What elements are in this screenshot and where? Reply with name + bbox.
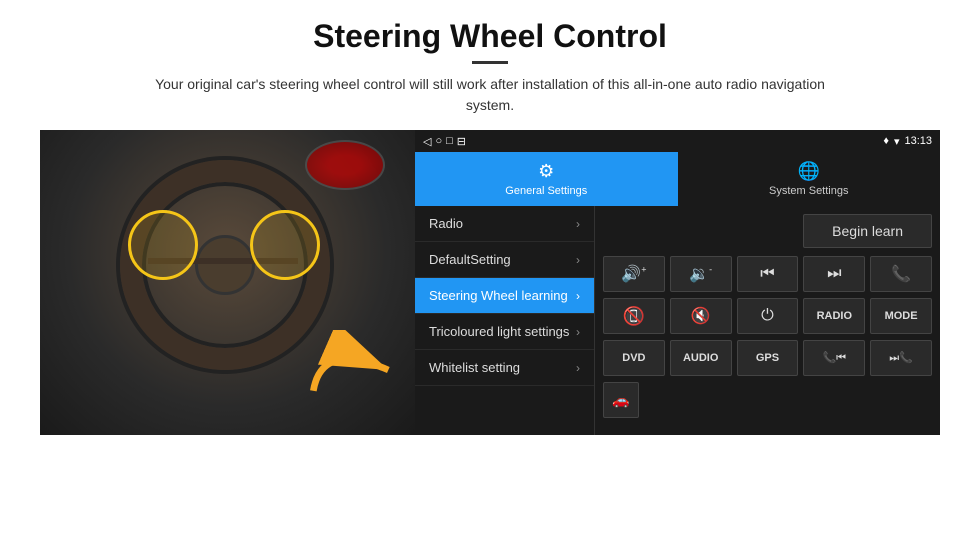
- gps-label: GPS: [756, 352, 779, 364]
- highlight-left: [128, 210, 198, 280]
- power-icon: ⏻: [761, 307, 774, 325]
- mode-button[interactable]: MODE: [870, 298, 932, 334]
- tab-system[interactable]: 🌐 System Settings: [678, 152, 941, 206]
- nav-cast-icon[interactable]: ⊟: [457, 135, 466, 148]
- android-ui: ◁ ○ □ ⊟ ♦ ▾ 13:13 ⚙ General Settings: [415, 130, 940, 435]
- phone-next-button[interactable]: ⏭📞: [870, 340, 932, 376]
- begin-learn-row: Begin learn: [603, 214, 932, 248]
- nav-icons: ◁ ○ □ ⊟: [423, 135, 466, 148]
- power-button[interactable]: ⏻: [737, 298, 799, 334]
- menu-default-label: DefaultSetting: [429, 252, 511, 267]
- tab-general-label: General Settings: [505, 185, 587, 197]
- status-time: 13:13: [904, 135, 932, 147]
- menu-item-tricoloured[interactable]: Tricoloured light settings ›: [415, 314, 594, 350]
- menu-tricoloured-label: Tricoloured light settings: [429, 324, 569, 339]
- menu-radio-label: Radio: [429, 216, 463, 231]
- tab-general[interactable]: ⚙ General Settings: [415, 152, 678, 206]
- sw-background: [40, 130, 415, 435]
- mode-label: MODE: [885, 310, 918, 322]
- nav-back-icon[interactable]: ◁: [423, 135, 431, 148]
- hang-up-button[interactable]: 📵: [603, 298, 665, 334]
- gps-button[interactable]: GPS: [737, 340, 799, 376]
- status-bar: ◁ ○ □ ⊟ ♦ ▾ 13:13: [415, 130, 940, 152]
- car-icon-button[interactable]: 🚗: [603, 382, 639, 418]
- chevron-icon: ›: [576, 361, 580, 375]
- chevron-icon: ›: [576, 217, 580, 231]
- tab-system-label: System Settings: [769, 185, 848, 197]
- audio-label: AUDIO: [683, 352, 718, 364]
- nav-recents-icon[interactable]: □: [446, 135, 453, 147]
- control-panel: Begin learn 🔊+ 🔉- ⏮: [595, 206, 940, 435]
- menu-item-steering[interactable]: Steering Wheel learning ›: [415, 278, 594, 314]
- menu-list: Radio › DefaultSetting › Steering Wheel …: [415, 206, 595, 435]
- page-title: Steering Wheel Control: [313, 18, 667, 55]
- control-row-2: 📵 🔇 ⏻ RADIO MODE: [603, 298, 932, 334]
- nav-home-icon[interactable]: ○: [435, 135, 442, 147]
- dvd-label: DVD: [622, 352, 645, 364]
- status-right: ♦ ▾ 13:13: [883, 135, 932, 148]
- vol-down-button[interactable]: 🔉-: [670, 256, 732, 292]
- next-button[interactable]: ⏭: [803, 256, 865, 292]
- hang-up-icon: 📵: [623, 306, 645, 327]
- radio-button[interactable]: RADIO: [803, 298, 865, 334]
- audio-button[interactable]: AUDIO: [670, 340, 732, 376]
- phone-prev-icon: 📞⏮: [822, 351, 846, 365]
- next-icon: ⏭: [827, 265, 841, 283]
- menu-steering-label: Steering Wheel learning: [429, 288, 568, 303]
- menu-item-whitelist[interactable]: Whitelist setting ›: [415, 350, 594, 386]
- radio-label: RADIO: [817, 310, 852, 322]
- phone-prev-button[interactable]: 📞⏮: [803, 340, 865, 376]
- menu-item-radio[interactable]: Radio ›: [415, 206, 594, 242]
- vol-up-button[interactable]: 🔊+: [603, 256, 665, 292]
- vol-down-icon: 🔉-: [689, 264, 712, 284]
- control-row-3: DVD AUDIO GPS 📞⏮ ⏭📞: [603, 340, 932, 376]
- system-settings-icon: 🌐: [798, 161, 820, 182]
- arrow-icon: [305, 330, 405, 410]
- page: Steering Wheel Control Your original car…: [0, 0, 980, 545]
- dvd-button[interactable]: DVD: [603, 340, 665, 376]
- menu-whitelist-label: Whitelist setting: [429, 360, 520, 375]
- car-icon: 🚗: [612, 392, 629, 409]
- title-divider: [472, 61, 508, 64]
- mute-icon: 🔇: [691, 306, 711, 326]
- mute-button[interactable]: 🔇: [670, 298, 732, 334]
- phone-button[interactable]: 📞: [870, 256, 932, 292]
- phone-icon: 📞: [891, 264, 911, 284]
- chevron-icon: ›: [576, 253, 580, 267]
- begin-learn-button[interactable]: Begin learn: [803, 214, 932, 248]
- tab-bar: ⚙ General Settings 🌐 System Settings: [415, 152, 940, 206]
- wifi-icon: ▾: [894, 135, 900, 148]
- vol-up-icon: 🔊+: [621, 264, 646, 284]
- steering-wheel-center: [195, 235, 255, 295]
- page-subtitle: Your original car's steering wheel contr…: [130, 74, 850, 116]
- prev-button[interactable]: ⏮: [737, 256, 799, 292]
- steering-wheel-image: [40, 130, 415, 435]
- chevron-icon: ›: [576, 325, 580, 339]
- content-row: ◁ ○ □ ⊟ ♦ ▾ 13:13 ⚙ General Settings: [40, 130, 940, 535]
- chevron-icon: ›: [576, 289, 580, 303]
- gauge-hint: [305, 140, 385, 190]
- prev-icon: ⏮: [760, 265, 774, 283]
- general-settings-icon: ⚙: [538, 161, 554, 182]
- control-row-1: 🔊+ 🔉- ⏮ ⏭ 📞: [603, 256, 932, 292]
- arrow-container: [305, 330, 405, 415]
- settings-content: Radio › DefaultSetting › Steering Wheel …: [415, 206, 940, 435]
- phone-next-icon: ⏭📞: [889, 351, 913, 365]
- menu-item-default[interactable]: DefaultSetting ›: [415, 242, 594, 278]
- control-row-4: 🚗: [603, 382, 932, 418]
- location-icon: ♦: [883, 135, 889, 147]
- highlight-right: [250, 210, 320, 280]
